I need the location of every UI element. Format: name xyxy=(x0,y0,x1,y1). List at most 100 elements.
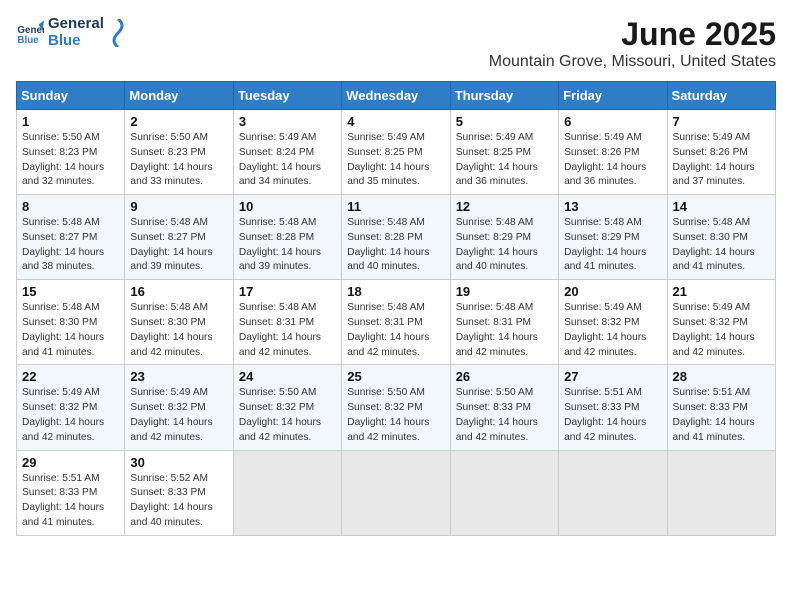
logo-icon: General Blue xyxy=(16,19,44,47)
cell-content: Sunrise: 5:49 AMSunset: 8:26 PMDaylight:… xyxy=(673,132,755,187)
calendar-cell: 14 Sunrise: 5:48 AMSunset: 8:30 PMDaylig… xyxy=(667,195,775,280)
calendar-cell: 4 Sunrise: 5:49 AMSunset: 8:25 PMDayligh… xyxy=(342,110,450,195)
cell-content: Sunrise: 5:48 AMSunset: 8:27 PMDaylight:… xyxy=(130,217,212,272)
calendar-cell: 7 Sunrise: 5:49 AMSunset: 8:26 PMDayligh… xyxy=(667,110,775,195)
day-number: 17 xyxy=(239,284,336,299)
cell-content: Sunrise: 5:49 AMSunset: 8:25 PMDaylight:… xyxy=(456,132,538,187)
cell-content: Sunrise: 5:48 AMSunset: 8:31 PMDaylight:… xyxy=(347,302,429,357)
day-number: 10 xyxy=(239,199,336,214)
logo-wave-icon xyxy=(108,19,128,47)
calendar-cell: 13 Sunrise: 5:48 AMSunset: 8:29 PMDaylig… xyxy=(559,195,667,280)
day-number: 25 xyxy=(347,369,444,384)
calendar-cell: 29 Sunrise: 5:51 AMSunset: 8:33 PMDaylig… xyxy=(17,450,125,535)
calendar-cell xyxy=(667,450,775,535)
day-number: 19 xyxy=(456,284,553,299)
month-title: June 2025 xyxy=(489,16,776,53)
calendar-week-row: 15 Sunrise: 5:48 AMSunset: 8:30 PMDaylig… xyxy=(17,280,776,365)
day-number: 29 xyxy=(22,455,119,470)
cell-content: Sunrise: 5:48 AMSunset: 8:31 PMDaylight:… xyxy=(456,302,538,357)
cell-content: Sunrise: 5:49 AMSunset: 8:32 PMDaylight:… xyxy=(673,302,755,357)
cell-content: Sunrise: 5:50 AMSunset: 8:23 PMDaylight:… xyxy=(130,132,212,187)
day-number: 3 xyxy=(239,114,336,129)
calendar-cell: 30 Sunrise: 5:52 AMSunset: 8:33 PMDaylig… xyxy=(125,450,233,535)
cell-content: Sunrise: 5:49 AMSunset: 8:26 PMDaylight:… xyxy=(564,132,646,187)
day-number: 26 xyxy=(456,369,553,384)
calendar-cell: 15 Sunrise: 5:48 AMSunset: 8:30 PMDaylig… xyxy=(17,280,125,365)
calendar-cell: 28 Sunrise: 5:51 AMSunset: 8:33 PMDaylig… xyxy=(667,365,775,450)
day-header-sunday: Sunday xyxy=(17,82,125,110)
calendar-cell: 5 Sunrise: 5:49 AMSunset: 8:25 PMDayligh… xyxy=(450,110,558,195)
cell-content: Sunrise: 5:48 AMSunset: 8:31 PMDaylight:… xyxy=(239,302,321,357)
calendar-cell: 6 Sunrise: 5:49 AMSunset: 8:26 PMDayligh… xyxy=(559,110,667,195)
day-number: 14 xyxy=(673,199,770,214)
calendar-table: SundayMondayTuesdayWednesdayThursdayFrid… xyxy=(16,81,776,536)
calendar-cell: 27 Sunrise: 5:51 AMSunset: 8:33 PMDaylig… xyxy=(559,365,667,450)
calendar-cell: 8 Sunrise: 5:48 AMSunset: 8:27 PMDayligh… xyxy=(17,195,125,280)
cell-content: Sunrise: 5:49 AMSunset: 8:25 PMDaylight:… xyxy=(347,132,429,187)
logo-general: General xyxy=(48,16,104,33)
day-number: 13 xyxy=(564,199,661,214)
cell-content: Sunrise: 5:49 AMSunset: 8:32 PMDaylight:… xyxy=(130,387,212,442)
calendar-cell xyxy=(450,450,558,535)
cell-content: Sunrise: 5:50 AMSunset: 8:32 PMDaylight:… xyxy=(347,387,429,442)
day-number: 27 xyxy=(564,369,661,384)
cell-content: Sunrise: 5:48 AMSunset: 8:30 PMDaylight:… xyxy=(130,302,212,357)
cell-content: Sunrise: 5:51 AMSunset: 8:33 PMDaylight:… xyxy=(22,473,104,528)
cell-content: Sunrise: 5:48 AMSunset: 8:27 PMDaylight:… xyxy=(22,217,104,272)
day-number: 1 xyxy=(22,114,119,129)
day-header-tuesday: Tuesday xyxy=(233,82,341,110)
calendar-cell: 3 Sunrise: 5:49 AMSunset: 8:24 PMDayligh… xyxy=(233,110,341,195)
cell-content: Sunrise: 5:50 AMSunset: 8:32 PMDaylight:… xyxy=(239,387,321,442)
calendar-cell: 9 Sunrise: 5:48 AMSunset: 8:27 PMDayligh… xyxy=(125,195,233,280)
cell-content: Sunrise: 5:51 AMSunset: 8:33 PMDaylight:… xyxy=(673,387,755,442)
day-number: 12 xyxy=(456,199,553,214)
title-area: June 2025 Mountain Grove, Missouri, Unit… xyxy=(489,16,776,71)
calendar-cell: 10 Sunrise: 5:48 AMSunset: 8:28 PMDaylig… xyxy=(233,195,341,280)
calendar-cell: 24 Sunrise: 5:50 AMSunset: 8:32 PMDaylig… xyxy=(233,365,341,450)
location-title: Mountain Grove, Missouri, United States xyxy=(489,53,776,71)
logo: General Blue General Blue xyxy=(16,16,128,49)
day-number: 20 xyxy=(564,284,661,299)
day-number: 8 xyxy=(22,199,119,214)
calendar-cell xyxy=(233,450,341,535)
day-header-friday: Friday xyxy=(559,82,667,110)
day-number: 5 xyxy=(456,114,553,129)
cell-content: Sunrise: 5:50 AMSunset: 8:33 PMDaylight:… xyxy=(456,387,538,442)
calendar-cell: 19 Sunrise: 5:48 AMSunset: 8:31 PMDaylig… xyxy=(450,280,558,365)
cell-content: Sunrise: 5:52 AMSunset: 8:33 PMDaylight:… xyxy=(130,473,212,528)
cell-content: Sunrise: 5:49 AMSunset: 8:32 PMDaylight:… xyxy=(22,387,104,442)
calendar-cell: 21 Sunrise: 5:49 AMSunset: 8:32 PMDaylig… xyxy=(667,280,775,365)
day-header-wednesday: Wednesday xyxy=(342,82,450,110)
calendar-cell: 16 Sunrise: 5:48 AMSunset: 8:30 PMDaylig… xyxy=(125,280,233,365)
day-number: 23 xyxy=(130,369,227,384)
calendar-cell: 22 Sunrise: 5:49 AMSunset: 8:32 PMDaylig… xyxy=(17,365,125,450)
day-header-saturday: Saturday xyxy=(667,82,775,110)
svg-text:Blue: Blue xyxy=(17,34,39,45)
day-number: 11 xyxy=(347,199,444,214)
day-number: 6 xyxy=(564,114,661,129)
calendar-cell xyxy=(342,450,450,535)
cell-content: Sunrise: 5:50 AMSunset: 8:23 PMDaylight:… xyxy=(22,132,104,187)
day-number: 28 xyxy=(673,369,770,384)
cell-content: Sunrise: 5:49 AMSunset: 8:24 PMDaylight:… xyxy=(239,132,321,187)
calendar-cell: 11 Sunrise: 5:48 AMSunset: 8:28 PMDaylig… xyxy=(342,195,450,280)
day-number: 9 xyxy=(130,199,227,214)
day-number: 7 xyxy=(673,114,770,129)
day-number: 16 xyxy=(130,284,227,299)
day-number: 15 xyxy=(22,284,119,299)
calendar-cell: 26 Sunrise: 5:50 AMSunset: 8:33 PMDaylig… xyxy=(450,365,558,450)
cell-content: Sunrise: 5:48 AMSunset: 8:28 PMDaylight:… xyxy=(239,217,321,272)
calendar-cell: 2 Sunrise: 5:50 AMSunset: 8:23 PMDayligh… xyxy=(125,110,233,195)
cell-content: Sunrise: 5:48 AMSunset: 8:30 PMDaylight:… xyxy=(673,217,755,272)
calendar-cell: 17 Sunrise: 5:48 AMSunset: 8:31 PMDaylig… xyxy=(233,280,341,365)
calendar-cell xyxy=(559,450,667,535)
cell-content: Sunrise: 5:51 AMSunset: 8:33 PMDaylight:… xyxy=(564,387,646,442)
day-number: 18 xyxy=(347,284,444,299)
day-number: 30 xyxy=(130,455,227,470)
calendar-week-row: 22 Sunrise: 5:49 AMSunset: 8:32 PMDaylig… xyxy=(17,365,776,450)
cell-content: Sunrise: 5:48 AMSunset: 8:29 PMDaylight:… xyxy=(456,217,538,272)
calendar-week-row: 1 Sunrise: 5:50 AMSunset: 8:23 PMDayligh… xyxy=(17,110,776,195)
calendar-cell: 23 Sunrise: 5:49 AMSunset: 8:32 PMDaylig… xyxy=(125,365,233,450)
header: General Blue General Blue June 2025 Moun… xyxy=(16,16,776,71)
cell-content: Sunrise: 5:48 AMSunset: 8:28 PMDaylight:… xyxy=(347,217,429,272)
